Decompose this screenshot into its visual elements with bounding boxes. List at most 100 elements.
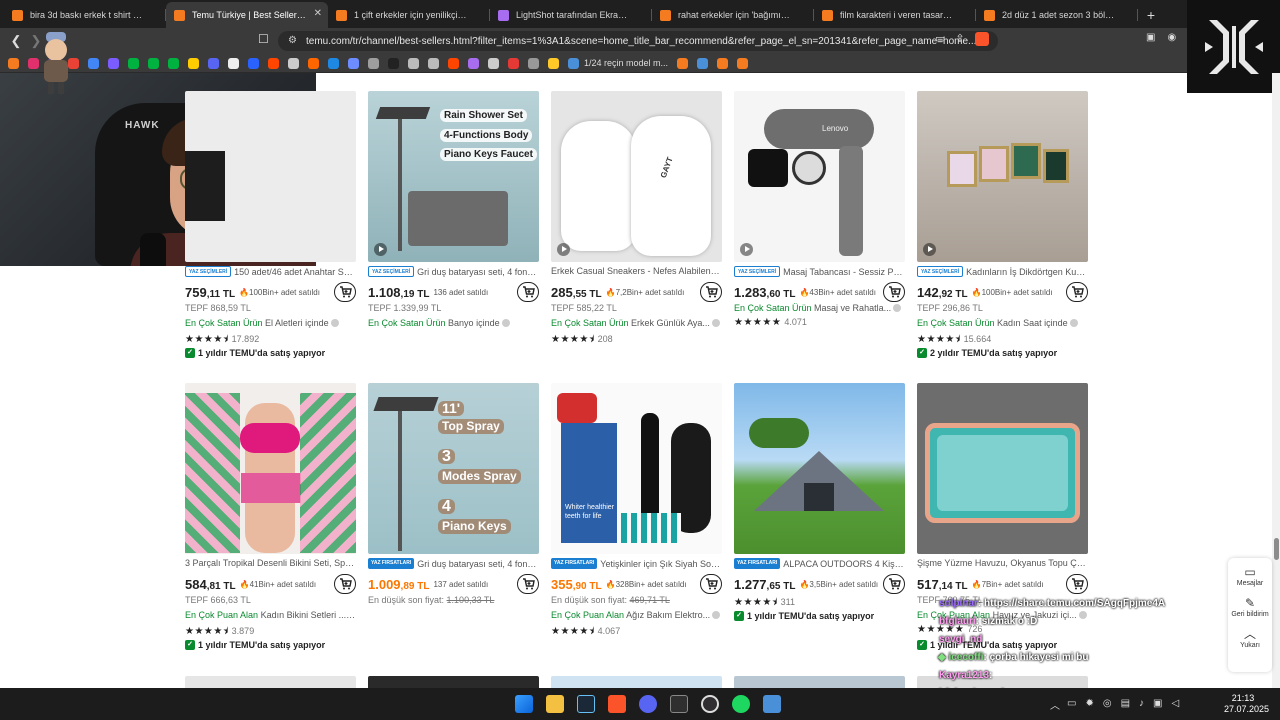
mic-icon[interactable]: ♪ <box>1139 698 1144 709</box>
bookmark-favicon-icon[interactable] <box>508 57 519 69</box>
play-video-icon[interactable] <box>923 243 936 256</box>
new-tab-button[interactable]: + <box>1138 2 1164 28</box>
bookmark-favicon-icon[interactable] <box>568 57 579 69</box>
product-title[interactable]: Erkek Casual Sneakers - Nefes Alabilen M… <box>551 266 722 276</box>
product-image[interactable] <box>917 91 1088 262</box>
product-image[interactable]: Lenovo <box>734 91 905 262</box>
preview-image[interactable] <box>368 676 539 688</box>
discord-icon[interactable] <box>639 695 657 713</box>
add-to-cart-button[interactable] <box>883 574 905 594</box>
bookmark-favicon-icon[interactable] <box>348 57 359 69</box>
bookmark-favicon-icon[interactable] <box>228 57 239 69</box>
bookmark-icon[interactable]: ☐ <box>258 32 269 46</box>
browser-tab[interactable]: LightShot tarafından Ekran Görüntü <box>490 2 652 28</box>
cast-icon[interactable]: ▭ <box>935 32 945 46</box>
bookmark-favicon-icon[interactable] <box>108 57 119 69</box>
info-icon[interactable] <box>1078 611 1087 619</box>
bookmark-favicon-icon[interactable] <box>368 57 379 69</box>
volume-icon[interactable]: ◁ <box>1171 698 1179 709</box>
bookmark-favicon-icon[interactable] <box>88 57 99 69</box>
play-video-icon[interactable] <box>740 243 753 256</box>
product-card[interactable]: YAZ FIRSATLARI ALPACA OUTDOORS 4 Kişilik … <box>734 383 905 653</box>
bookmark-favicon-icon[interactable] <box>248 57 259 69</box>
category-rank[interactable]: En Çok Puan Alan Ağız Bakım Elektro... <box>551 610 722 620</box>
obs-icon[interactable] <box>701 695 719 713</box>
brave-icon[interactable] <box>608 695 626 713</box>
steam-icon[interactable] <box>577 695 595 713</box>
bookmark-favicon-icon[interactable] <box>268 57 279 69</box>
bookmark-favicon-icon[interactable] <box>168 57 179 69</box>
product-title[interactable]: 3 Parçalı Tropikal Desenli Bikini Seti, … <box>185 558 356 568</box>
info-icon[interactable] <box>712 611 721 619</box>
add-to-cart-button[interactable] <box>1066 574 1088 594</box>
back-button[interactable]: ❮ <box>6 31 26 51</box>
play-video-icon[interactable] <box>557 243 570 256</box>
preview-image[interactable] <box>734 676 905 688</box>
preview-image[interactable] <box>551 676 722 688</box>
bookmark-favicon-icon[interactable] <box>308 57 319 69</box>
site-info-icon[interactable]: ⚙ <box>288 35 297 46</box>
preview-image[interactable] <box>185 676 356 688</box>
product-card[interactable]: YAZ SEÇİMLERİ 150 adet/46 adet Anahtar Se… <box>185 91 356 361</box>
battery-icon[interactable]: ▭ <box>1067 698 1076 709</box>
chevron-up-icon[interactable]: ︿ <box>1050 697 1060 712</box>
product-title[interactable]: YAZ FIRSATLARI ALPACA OUTDOORS 4 Kişilik … <box>734 558 905 569</box>
share-icon[interactable]: ⇪ <box>955 32 964 46</box>
temu-favicon-icon[interactable] <box>717 57 729 69</box>
add-to-cart-button[interactable] <box>517 574 539 594</box>
product-card[interactable]: Lenovo YAZ SEÇİMLERİ Masaj Tabancası - Ses… <box>734 91 905 361</box>
add-to-cart-button[interactable] <box>1066 282 1088 302</box>
bookmark-favicon-icon[interactable] <box>488 57 499 69</box>
bookmark-favicon-icon[interactable] <box>468 57 479 69</box>
product-card[interactable]: 11' Top Spray 3 Modes Spray 4 Piano Keys YAZ F… <box>368 383 539 653</box>
category-rank[interactable]: En Çok Satan Ürün El Aletleri içinde <box>185 318 356 328</box>
browser-tab[interactable]: 1 çift erkekler için yenilikçi pişmiş fa <box>328 2 490 28</box>
info-icon[interactable] <box>711 319 720 327</box>
bookmark-favicon-icon[interactable] <box>8 57 19 69</box>
scrollbar-thumb[interactable] <box>1274 538 1279 560</box>
app-icon[interactable] <box>763 695 781 713</box>
network-icon[interactable]: ▤ <box>1121 698 1130 709</box>
play-video-icon[interactable] <box>374 243 387 256</box>
info-icon[interactable] <box>501 319 510 327</box>
info-icon[interactable] <box>330 319 339 327</box>
add-to-cart-button[interactable] <box>700 282 722 302</box>
add-to-cart-button[interactable] <box>700 574 722 594</box>
bookmark-favicon-icon[interactable] <box>697 57 709 69</box>
bookmark-label[interactable]: 1/24 reçin model m... <box>584 58 668 68</box>
add-to-cart-button[interactable] <box>883 282 905 302</box>
system-clock[interactable]: 21:13 27.07.2025 <box>1224 693 1269 715</box>
bookmark-favicon-icon[interactable] <box>428 57 439 69</box>
add-to-cart-button[interactable] <box>517 282 539 302</box>
steam-tray-icon[interactable]: ◎ <box>1103 698 1112 709</box>
product-card[interactable]: Rain Shower Set 4-Functions Body Piano Key… <box>368 91 539 361</box>
browser-tab[interactable]: film karakteri i veren tasarım çorapl <box>814 2 976 28</box>
category-rank[interactable]: En Çok Puan Alan Kadın Bikini Setleri ..… <box>185 610 356 620</box>
product-title[interactable]: Şişme Yüzme Havuzu, Okyanus Topu Çukur..… <box>917 558 1088 568</box>
page-scrollbar[interactable] <box>1272 73 1280 688</box>
product-image[interactable]: Rain Shower Set 4-Functions Body Piano Key… <box>368 91 539 262</box>
product-image[interactable]: 11' Top Spray 3 Modes Spray 4 Piano Keys <box>368 383 539 554</box>
bookmark-favicon-icon[interactable] <box>128 57 139 69</box>
product-image[interactable] <box>185 383 356 554</box>
bookmark-favicon-icon[interactable] <box>388 57 399 69</box>
bookmark-favicon-icon[interactable] <box>188 57 199 69</box>
info-icon[interactable] <box>893 304 902 312</box>
app-icon[interactable] <box>670 695 688 713</box>
browser-tab[interactable]: Temu Türkiye | Best Sellers | New ✕ <box>166 2 328 28</box>
browser-tab[interactable]: 2d düz 1 adet sezon 3 bölüm 1 çerç <box>976 2 1138 28</box>
display-icon[interactable]: ▣ <box>1153 698 1162 709</box>
product-card[interactable]: 3 Parçalı Tropikal Desenli Bikini Seti, … <box>185 383 356 653</box>
bookmark-favicon-icon[interactable] <box>408 57 419 69</box>
product-image[interactable]: Whiter healthier teeth for life <box>551 383 722 554</box>
bookmark-favicon-icon[interactable] <box>328 57 339 69</box>
add-to-cart-button[interactable] <box>334 574 356 594</box>
product-title[interactable]: YAZ FIRSATLARI Gri duş bataryası seti, 4 … <box>368 558 539 569</box>
bookmark-favicon-icon[interactable] <box>208 57 219 69</box>
product-card[interactable]: Whiter healthier teeth for life YAZ FIRSA… <box>551 383 722 653</box>
product-card[interactable]: GAYT Erkek Casual Sneakers - Nefes Alabil… <box>551 91 722 361</box>
category-rank[interactable]: En Çok Satan Ürün Kadın Saat içinde <box>917 318 1088 328</box>
back-to-top-button[interactable]: ︿ Yukarı <box>1240 628 1260 649</box>
wifi-icon[interactable]: ◉ <box>1167 32 1176 43</box>
extension-icon[interactable]: ▣ <box>1146 32 1155 43</box>
